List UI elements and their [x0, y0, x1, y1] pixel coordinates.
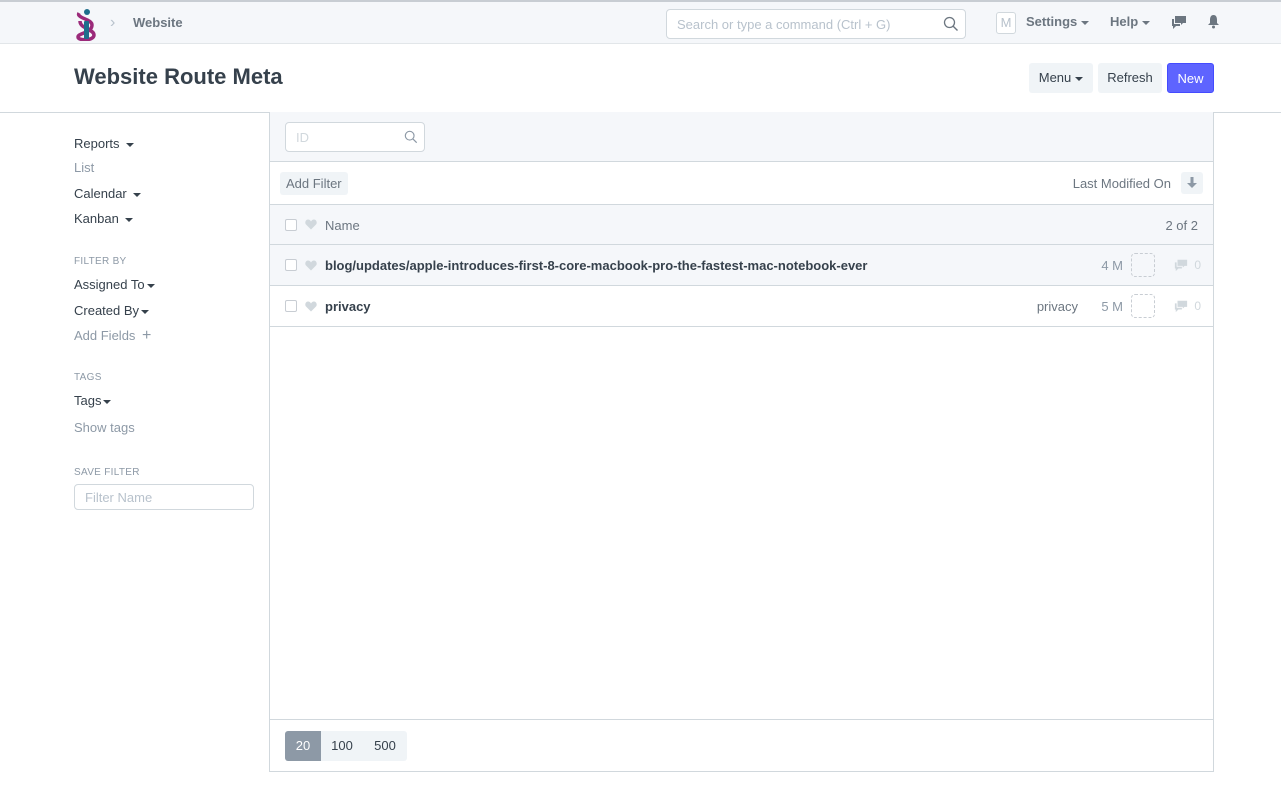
bell-icon[interactable]	[1207, 14, 1220, 29]
sort-selector[interactable]: Last Modified On	[1073, 176, 1171, 191]
list-row[interactable]: privacy privacy 5 M 0	[270, 286, 1213, 327]
plus-icon: +	[142, 327, 152, 344]
add-filter-button[interactable]: Add Filter	[280, 172, 348, 195]
sidebar-item-list[interactable]: List	[74, 160, 94, 175]
paging-area: 20 100 500	[270, 719, 1213, 771]
tags-heading: TAGS	[74, 372, 102, 383]
filter-assigned-to[interactable]: Assigned To	[74, 277, 155, 292]
help-dropdown[interactable]: Help	[1110, 14, 1151, 29]
comments-icon[interactable]	[1171, 14, 1187, 30]
menu-button[interactable]: Menu	[1029, 63, 1093, 93]
filter-bar: Add Filter Last Modified On	[270, 162, 1213, 205]
assign-to-placeholder[interactable]	[1131, 294, 1155, 318]
filter-created-by[interactable]: Created By	[74, 303, 150, 318]
heart-icon[interactable]	[305, 219, 317, 230]
menu-label: Menu	[1038, 70, 1072, 85]
record-count: 2 of 2	[1165, 218, 1198, 233]
caret-down-icon	[1075, 76, 1084, 81]
heart-icon[interactable]	[305, 301, 317, 312]
arrow-down-icon	[1187, 177, 1197, 188]
comments-icon	[1174, 259, 1188, 272]
page-size-500[interactable]: 500	[363, 731, 407, 761]
row-title[interactable]: blog/updates/apple-introduces-first-8-co…	[325, 258, 867, 273]
user-avatar[interactable]: M	[996, 12, 1016, 34]
chevron-right-icon: ›	[110, 14, 116, 31]
filter-label: Assigned To	[74, 277, 145, 292]
caret-down-icon	[103, 399, 112, 404]
sidebar-item-reports[interactable]: Reports	[74, 136, 134, 151]
search-icon	[404, 130, 418, 144]
global-search[interactable]	[666, 9, 966, 39]
caret-down-icon	[1081, 20, 1090, 25]
row-title[interactable]: privacy	[325, 299, 371, 314]
tags-label: Tags	[74, 393, 102, 408]
row-route: privacy	[1036, 299, 1078, 314]
sidebar-item-kanban[interactable]: Kanban	[74, 211, 133, 226]
filter-name-input[interactable]	[75, 485, 245, 509]
sidebar-item-calendar[interactable]: Calendar	[74, 186, 141, 201]
caret-down-icon	[125, 142, 134, 147]
sort-order-button[interactable]	[1181, 172, 1203, 194]
search-input[interactable]	[667, 10, 927, 38]
column-name: Name	[325, 218, 360, 233]
caret-down-icon	[132, 192, 141, 197]
row-checkbox[interactable]	[285, 300, 297, 312]
comment-count: 0	[1194, 258, 1201, 272]
add-fields-button[interactable]: Add Fields +	[74, 327, 151, 345]
sidebar-item-label: Kanban	[74, 211, 119, 226]
list-header: Name 2 of 2	[270, 205, 1213, 245]
assign-to-placeholder[interactable]	[1131, 253, 1155, 277]
settings-label: Settings	[1026, 14, 1078, 29]
new-button[interactable]: New	[1167, 63, 1214, 93]
select-all-checkbox[interactable]	[285, 219, 297, 231]
list-row[interactable]: blog/updates/apple-introduces-first-8-co…	[270, 245, 1213, 286]
filter-name-field[interactable]	[74, 484, 254, 510]
add-fields-label: Add Fields	[74, 328, 136, 343]
id-filter-input[interactable]	[286, 123, 396, 151]
sidebar-item-label: List	[74, 160, 95, 175]
caret-down-icon	[146, 283, 155, 288]
help-label: Help	[1110, 14, 1139, 29]
sidebar-item-label: Calendar	[74, 186, 127, 201]
page-title: Website Route Meta	[74, 64, 283, 89]
settings-dropdown[interactable]: Settings	[1026, 14, 1090, 29]
row-modified: 4 M	[1101, 258, 1123, 273]
page-size-100[interactable]: 100	[321, 731, 363, 761]
filter-by-heading: FILTER BY	[74, 256, 127, 267]
refresh-button[interactable]: Refresh	[1098, 63, 1162, 93]
standard-filter-area	[270, 112, 1213, 162]
heart-icon[interactable]	[305, 260, 317, 271]
caret-down-icon	[141, 309, 150, 314]
navbar: › Website M Settings Help	[0, 0, 1281, 44]
comment-count: 0	[1194, 299, 1201, 313]
caret-down-icon	[124, 217, 133, 222]
show-tags-link[interactable]: Show tags	[74, 420, 135, 435]
breadcrumb-website[interactable]: Website	[133, 15, 183, 30]
id-filter-field[interactable]	[285, 122, 425, 152]
caret-down-icon	[1142, 20, 1151, 25]
app-logo[interactable]	[74, 7, 98, 41]
search-icon	[943, 16, 958, 31]
filter-label: Created By	[74, 303, 140, 318]
tags-dropdown[interactable]: Tags	[74, 393, 112, 408]
list-view: Add Filter Last Modified On Name 2 of 2 …	[269, 112, 1214, 772]
row-checkbox[interactable]	[285, 259, 297, 271]
row-modified: 5 M	[1101, 299, 1123, 314]
sidebar-item-label: Reports	[74, 136, 120, 151]
comments-icon	[1174, 300, 1188, 313]
save-filter-heading: SAVE FILTER	[74, 467, 140, 478]
page-size-20[interactable]: 20	[285, 731, 321, 761]
